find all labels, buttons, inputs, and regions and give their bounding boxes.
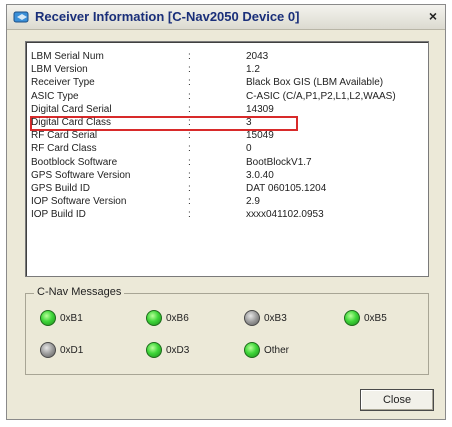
info-row: RF Card Class: 0	[26, 142, 426, 155]
info-row: IOP Software Version: 2.9	[26, 195, 426, 208]
info-row: LBM Version: 1.2	[26, 63, 426, 76]
info-value: 3.0.40	[246, 169, 274, 181]
info-value: 0	[246, 143, 252, 155]
window-title: Receiver Information [C-Nav2050 Device 0…	[35, 9, 300, 24]
info-separator: :	[188, 130, 191, 142]
info-separator: :	[188, 117, 191, 128]
info-row: IOP Build ID: xxxx041102.0953	[26, 208, 426, 221]
info-row: Receiver Type: Black Box GIS (LBM Availab…	[26, 76, 426, 89]
info-row: LBM Serial Num: 2043	[26, 50, 426, 63]
info-value: 1.2	[246, 64, 260, 76]
info-label: RF Card Serial	[31, 130, 98, 142]
info-separator: :	[188, 196, 191, 208]
info-label: Receiver Type	[31, 77, 95, 89]
message-indicator: 0xB1	[40, 310, 83, 326]
close-icon[interactable]: ×	[429, 8, 437, 24]
message-label: 0xD1	[60, 344, 84, 356]
cnav-messages-group: C-Nav Messages 0xB1 0xB6 0xB3 0xB5 0xD1 0xD3 O…	[25, 286, 429, 375]
status-led-icon	[244, 342, 260, 358]
info-value: 14309	[246, 103, 274, 115]
info-value: 15049	[246, 130, 274, 142]
status-led-icon	[244, 310, 260, 326]
info-value: DAT 060105.1204	[246, 183, 327, 194]
title-bar[interactable]: Receiver Information [C-Nav2050 Device 0…	[7, 5, 445, 30]
info-label: GPS Build ID	[31, 183, 90, 194]
info-separator: :	[188, 90, 191, 102]
message-label: Other	[264, 344, 290, 356]
info-value: C-ASIC (C/A,P1,P2,L1,L2,WAAS)	[246, 90, 396, 102]
info-label: LBM Serial Num	[31, 51, 104, 62]
info-label: Digital Card Class	[31, 117, 112, 128]
status-led-icon	[146, 310, 162, 326]
info-label: IOP Software Version	[31, 196, 127, 208]
status-led-icon	[40, 310, 56, 326]
message-indicator: Other	[244, 342, 289, 358]
status-led-icon	[146, 342, 162, 358]
cnav-messages-title: C-Nav Messages	[34, 286, 125, 298]
status-led-icon	[344, 310, 360, 326]
info-separator: :	[188, 183, 191, 194]
message-label: 0xD3	[166, 344, 190, 356]
info-label: IOP Build ID	[31, 209, 86, 221]
info-row: GPS Build ID: DAT 060105.1204	[26, 182, 426, 195]
info-label: Digital Card Serial	[31, 103, 112, 115]
message-label: 0xB6	[166, 312, 189, 324]
info-separator: :	[188, 143, 191, 155]
info-row: Digital Card Serial: 14309	[26, 103, 426, 116]
info-value: 2.9	[246, 196, 260, 208]
message-indicator: 0xB3	[244, 310, 287, 326]
info-label: Bootblock Software	[31, 156, 118, 168]
info-separator: :	[188, 103, 191, 115]
message-label: 0xB3	[264, 312, 287, 324]
info-row: RF Card Serial: 15049	[26, 129, 426, 142]
info-separator: :	[188, 64, 191, 76]
info-value: 3	[246, 117, 252, 128]
message-indicator: 0xB6	[146, 310, 189, 326]
message-indicator: 0xB5	[344, 310, 387, 326]
receiver-info-list: LBM Serial Num:2043 LBM Version:1.2 Receiv…	[25, 41, 429, 277]
message-indicator: 0xD1	[40, 342, 83, 358]
message-indicator: 0xD3	[146, 342, 189, 358]
close-button[interactable]: Close	[360, 389, 434, 411]
info-value: Black Box GIS (LBM Available)	[246, 77, 384, 89]
info-label: LBM Version	[31, 64, 88, 76]
app-icon	[13, 11, 29, 23]
info-row: ASIC Type: C-ASIC (C/A,P1,P2,L1,L2,WAAS)	[26, 90, 426, 103]
info-separator: :	[188, 156, 191, 168]
info-separator: :	[188, 51, 191, 62]
info-value: BootBlockV1.7	[246, 156, 312, 168]
info-label: ASIC Type	[31, 90, 79, 102]
receiver-info-dialog: Receiver Information [C-Nav2050 Device 0…	[6, 4, 446, 420]
status-led-icon	[40, 342, 56, 358]
info-row: Bootblock Software: BootBlockV1.7	[26, 156, 426, 169]
info-value: 2043	[246, 51, 269, 62]
info-row: Digital Card Class: 3	[26, 116, 426, 129]
info-label: GPS Software Version	[31, 169, 131, 181]
info-separator: :	[188, 169, 191, 181]
info-label: RF Card Class	[31, 143, 97, 155]
info-value: xxxx041102.0953	[246, 209, 324, 221]
info-separator: :	[188, 209, 191, 221]
info-row: GPS Software Version: 3.0.40	[26, 169, 426, 182]
message-label: 0xB5	[364, 312, 387, 324]
info-separator: :	[188, 77, 191, 89]
message-label: 0xB1	[60, 312, 83, 324]
